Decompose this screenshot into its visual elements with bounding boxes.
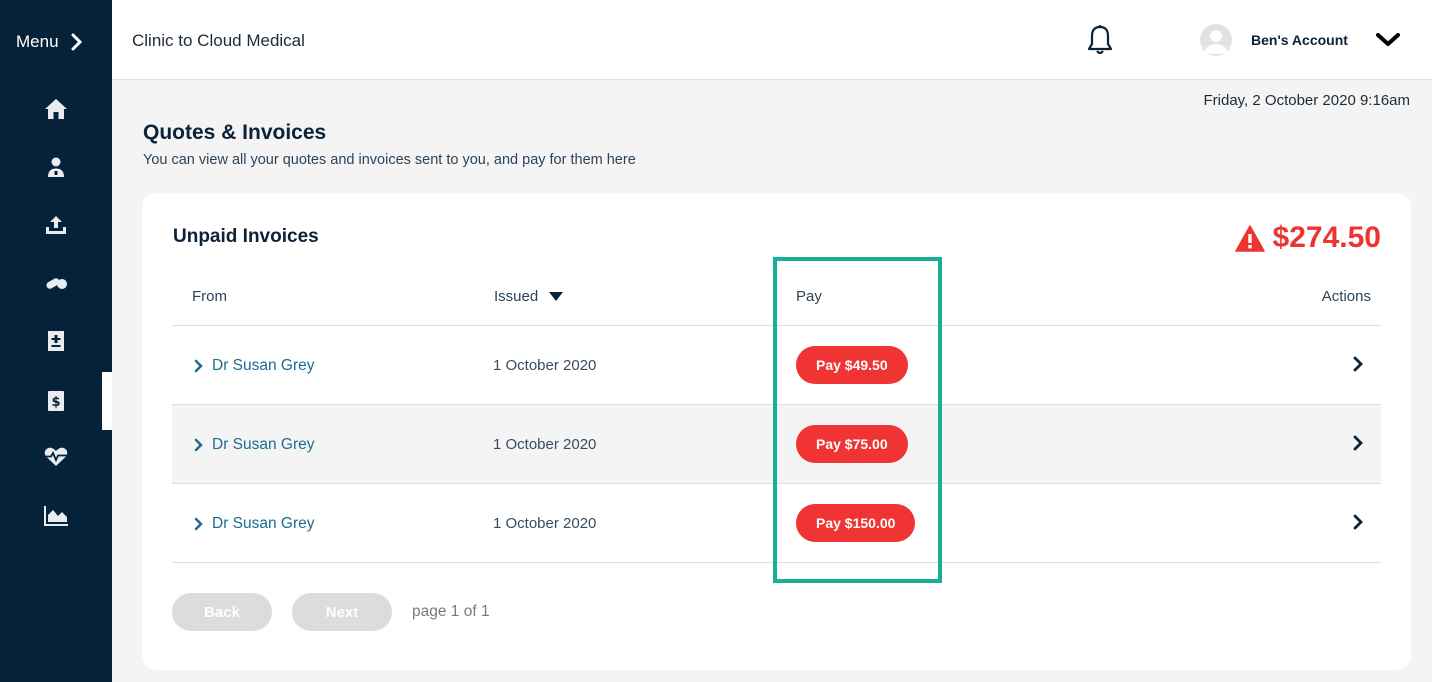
- sidebar-item-practitioners[interactable]: [0, 138, 112, 196]
- column-header-pay: Pay: [796, 288, 822, 305]
- sidebar-item-records[interactable]: [0, 312, 112, 370]
- chevron-right-icon: [194, 517, 203, 531]
- sidebar: Menu $: [0, 0, 112, 682]
- svg-text:$: $: [51, 395, 60, 410]
- invoice-icon: $: [48, 391, 64, 411]
- row-issued-date: 1 October 2020: [493, 515, 597, 532]
- menu-toggle[interactable]: Menu: [16, 30, 83, 54]
- sidebar-item-home[interactable]: [0, 80, 112, 138]
- row-from-name: Dr Susan Grey: [212, 436, 315, 453]
- sidebar-item-reports[interactable]: [0, 487, 112, 545]
- unpaid-total: $274.50: [1234, 221, 1381, 255]
- column-header-issued-label: Issued: [494, 288, 539, 305]
- column-header-from: From: [192, 288, 227, 305]
- unpaid-invoices-card: Unpaid Invoices $274.50 From Issued Pay …: [142, 193, 1411, 670]
- notifications-button[interactable]: [1086, 24, 1114, 61]
- row-action-button[interactable]: [1353, 435, 1363, 456]
- sidebar-item-medications[interactable]: [0, 254, 112, 312]
- chart-area-icon: [44, 506, 68, 526]
- chevron-right-icon: [194, 438, 203, 452]
- upload-icon: [46, 216, 66, 234]
- row-from-link[interactable]: Dr Susan Grey: [194, 436, 315, 454]
- table-row: Dr Susan Grey 1 October 2020 Pay $150.00: [172, 484, 1381, 563]
- top-bar: Clinic to Cloud Medical Ben's Account: [112, 0, 1432, 80]
- sidebar-item-health[interactable]: [0, 428, 112, 486]
- pills-icon: [46, 278, 67, 289]
- bell-icon: [1087, 25, 1113, 55]
- doctor-icon: [48, 157, 64, 177]
- row-action-button[interactable]: [1353, 356, 1363, 377]
- current-datetime: Friday, 2 October 2020 9:16am: [1203, 92, 1411, 109]
- pay-button[interactable]: Pay $75.00: [796, 425, 908, 463]
- account-menu-toggle[interactable]: [1376, 32, 1400, 53]
- unpaid-total-amount: $274.50: [1272, 221, 1381, 254]
- chevron-right-icon: [71, 33, 82, 51]
- chevron-right-icon: [1353, 435, 1363, 451]
- sort-down-icon: [549, 292, 564, 301]
- page-indicator: page 1 of 1: [412, 603, 490, 620]
- row-issued-date: 1 October 2020: [493, 436, 597, 453]
- heartbeat-icon: [44, 447, 68, 466]
- avatar[interactable]: [1200, 24, 1232, 56]
- medical-record-icon: [48, 331, 64, 351]
- table-row: Dr Susan Grey 1 October 2020 Pay $75.00: [172, 405, 1381, 484]
- sidebar-item-upload[interactable]: [0, 196, 112, 254]
- user-icon: [1204, 30, 1228, 54]
- column-header-issued[interactable]: Issued: [494, 288, 564, 305]
- sidebar-item-invoices[interactable]: $: [0, 372, 112, 430]
- row-action-button[interactable]: [1353, 514, 1363, 535]
- card-title: Unpaid Invoices: [173, 226, 319, 247]
- warning-icon: [1234, 224, 1265, 252]
- chevron-right-icon: [1353, 514, 1363, 530]
- row-from-link[interactable]: Dr Susan Grey: [194, 515, 315, 533]
- chevron-right-icon: [1353, 356, 1363, 372]
- next-button[interactable]: Next: [292, 593, 392, 631]
- table-row: Dr Susan Grey 1 October 2020 Pay $49.50: [172, 326, 1381, 405]
- page-title: Quotes & Invoices: [143, 121, 327, 144]
- back-button[interactable]: Back: [172, 593, 272, 631]
- row-from-name: Dr Susan Grey: [212, 515, 315, 532]
- account-name[interactable]: Ben's Account: [1251, 32, 1348, 48]
- row-issued-date: 1 October 2020: [493, 357, 597, 374]
- pay-button[interactable]: Pay $150.00: [796, 504, 916, 542]
- column-header-actions: Actions: [1321, 288, 1371, 305]
- page-subtitle: You can view all your quotes and invoice…: [143, 152, 636, 168]
- pay-button[interactable]: Pay $49.50: [796, 346, 908, 384]
- menu-label: Menu: [16, 32, 59, 51]
- chevron-down-icon: [1376, 33, 1400, 46]
- home-icon: [45, 99, 67, 119]
- brand-name: Clinic to Cloud Medical: [132, 31, 305, 50]
- row-from-link[interactable]: Dr Susan Grey: [194, 357, 315, 375]
- row-from-name: Dr Susan Grey: [212, 357, 315, 374]
- chevron-right-icon: [194, 359, 203, 373]
